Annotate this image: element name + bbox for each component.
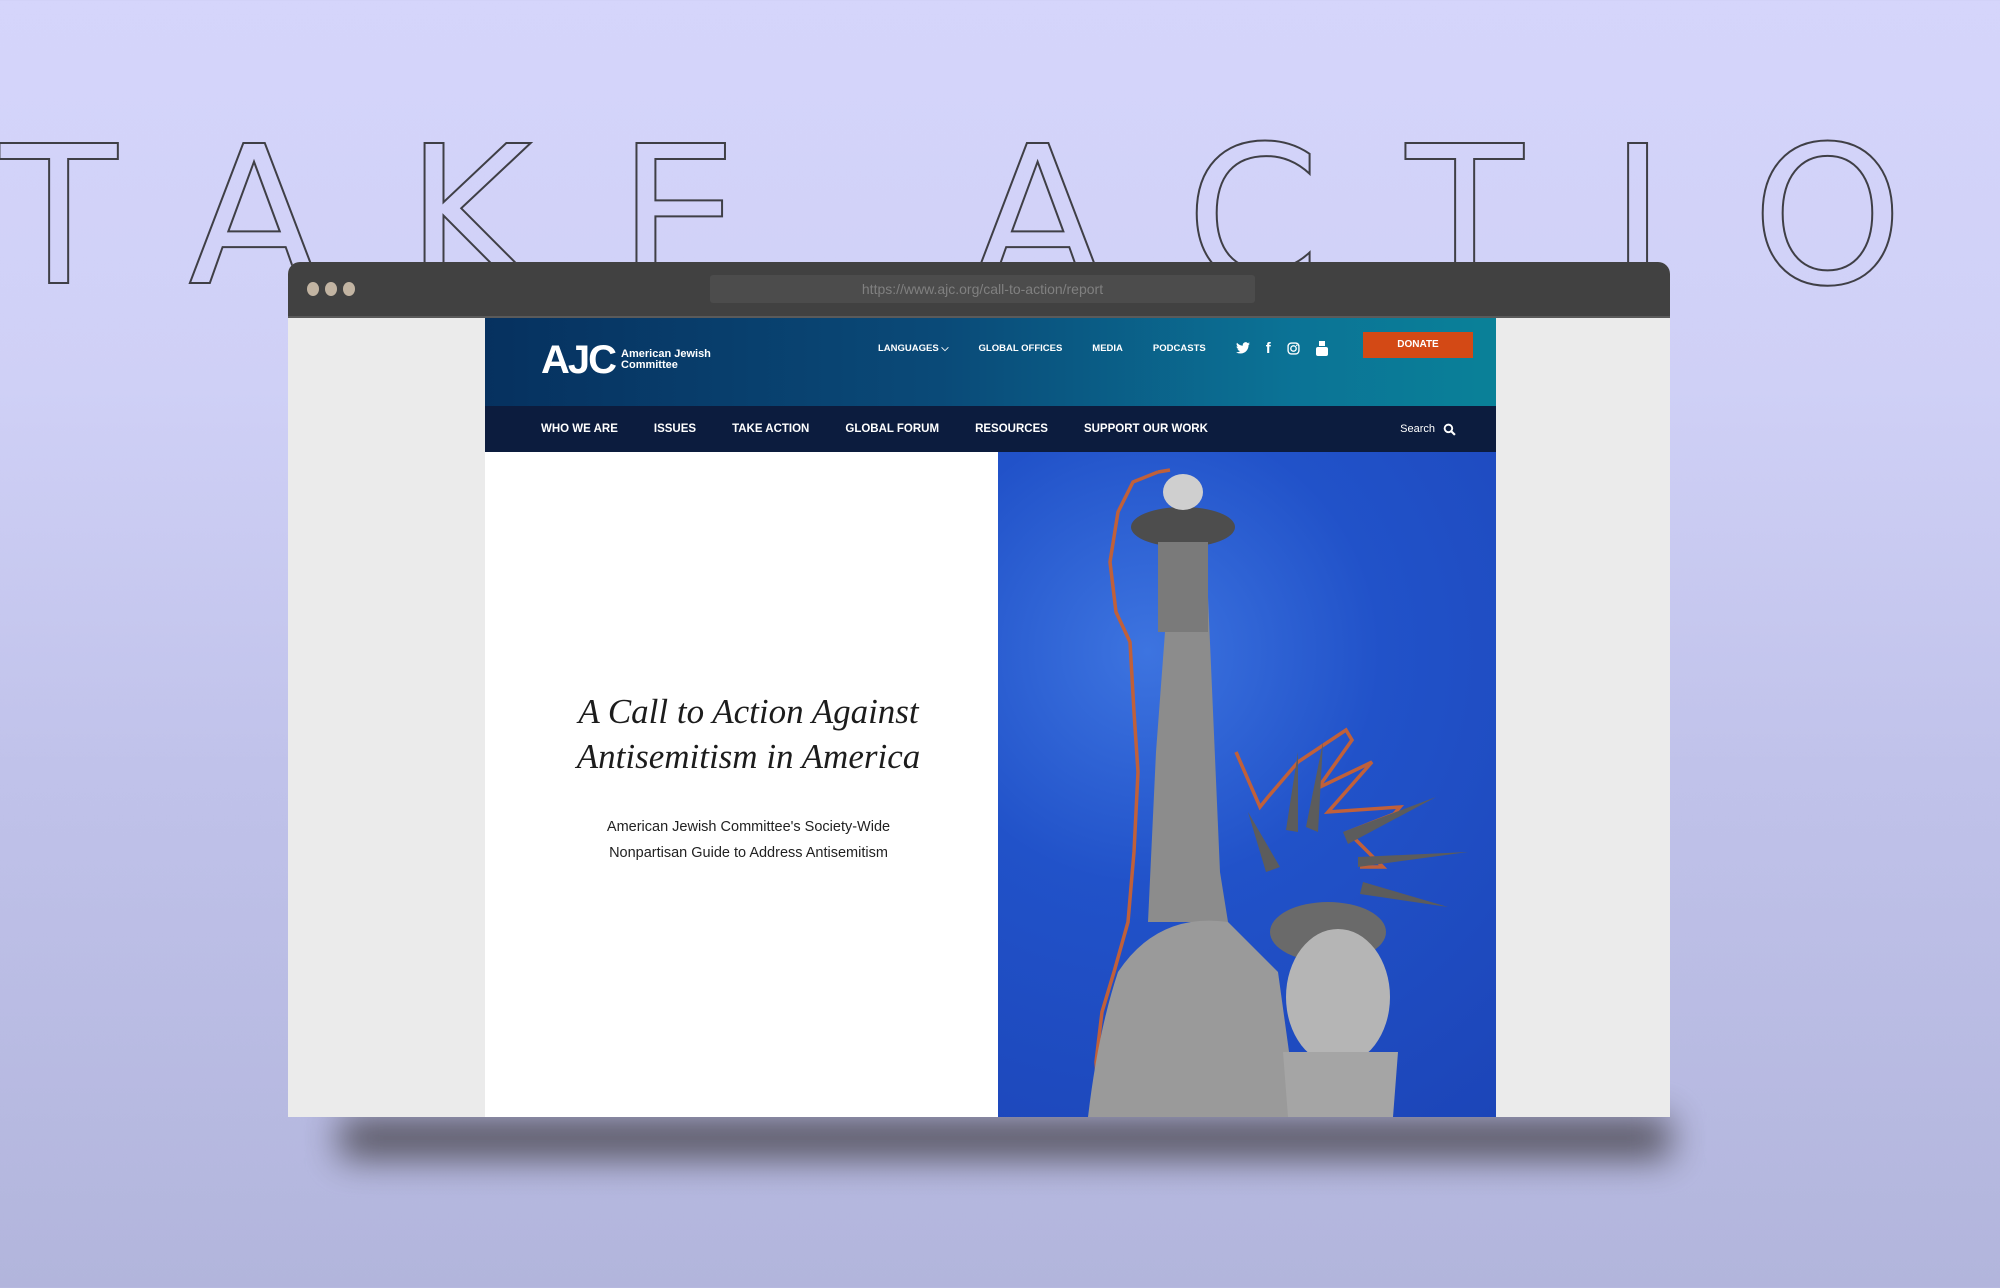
nav-global-forum[interactable]: GLOBAL FORUM bbox=[845, 423, 939, 435]
donate-button[interactable]: DONATE bbox=[1363, 332, 1473, 358]
main-nav: WHO WE ARE ISSUES TAKE ACTION GLOBAL FOR… bbox=[485, 406, 1496, 452]
search-icon bbox=[1443, 423, 1456, 436]
hero-text-panel: A Call to Action Against Antisemitism in… bbox=[485, 452, 998, 1117]
close-dot-icon[interactable] bbox=[307, 282, 319, 296]
nav-issues[interactable]: ISSUES bbox=[654, 423, 696, 435]
statue-of-liberty-illustration bbox=[1088, 468, 1468, 1117]
nav-support-our-work[interactable]: SUPPORT OUR WORK bbox=[1084, 423, 1208, 435]
hero-title: A Call to Action Against Antisemitism in… bbox=[485, 689, 1012, 779]
ajc-logo[interactable]: AJC American Jewish Committee bbox=[541, 340, 711, 380]
window-shadow bbox=[340, 1118, 1670, 1158]
facebook-icon[interactable]: f bbox=[1266, 340, 1271, 357]
utility-podcasts[interactable]: PODCASTS bbox=[1153, 343, 1206, 354]
utility-global-offices[interactable]: GLOBAL OFFICES bbox=[979, 343, 1063, 354]
browser-window: https://www.ajc.org/call-to-action/repor… bbox=[288, 262, 1670, 1117]
hero-title-line2: Antisemitism in America bbox=[576, 737, 921, 776]
address-bar[interactable]: https://www.ajc.org/call-to-action/repor… bbox=[710, 275, 1255, 303]
search-label: Search bbox=[1400, 423, 1435, 435]
window-controls bbox=[307, 282, 355, 296]
logo-text: American Jewish Committee bbox=[621, 349, 711, 371]
minimize-dot-icon[interactable] bbox=[325, 282, 337, 296]
logo-line2: Committee bbox=[621, 359, 678, 371]
hero-subtitle: American Jewish Committee's Society-Wide… bbox=[485, 814, 1012, 866]
hero-image bbox=[998, 452, 1496, 1117]
browser-titlebar: https://www.ajc.org/call-to-action/repor… bbox=[288, 262, 1670, 318]
site-header: AJC American Jewish Committee LANGUAGES … bbox=[485, 318, 1496, 406]
utility-media[interactable]: MEDIA bbox=[1092, 343, 1123, 354]
webpage: AJC American Jewish Committee LANGUAGES … bbox=[485, 318, 1496, 1117]
nav-resources[interactable]: RESOURCES bbox=[975, 423, 1048, 435]
youtube-icon[interactable] bbox=[1315, 340, 1328, 356]
languages-label: LANGUAGES bbox=[878, 342, 939, 354]
main-nav-items: WHO WE ARE ISSUES TAKE ACTION GLOBAL FOR… bbox=[541, 406, 1208, 452]
nav-who-we-are[interactable]: WHO WE ARE bbox=[541, 423, 618, 435]
nav-take-action[interactable]: TAKE ACTION bbox=[732, 423, 809, 435]
utility-nav: LANGUAGES ⌵ GLOBAL OFFICES MEDIA PODCAST… bbox=[878, 318, 1328, 378]
hero-subtitle-line2: Nonpartisan Guide to Address Antisemitis… bbox=[609, 845, 888, 861]
search-button[interactable]: Search bbox=[1400, 406, 1456, 452]
social-links: f bbox=[1235, 340, 1328, 357]
maximize-dot-icon[interactable] bbox=[343, 282, 355, 296]
hero-subtitle-line1: American Jewish Committee's Society-Wide bbox=[606, 819, 891, 835]
twitter-icon[interactable] bbox=[1235, 342, 1250, 354]
instagram-icon[interactable] bbox=[1287, 341, 1300, 355]
chevron-down-icon: ⌵ bbox=[941, 342, 949, 354]
logo-mark: AJC bbox=[541, 338, 617, 382]
utility-languages[interactable]: LANGUAGES ⌵ bbox=[878, 343, 949, 354]
statue-arm bbox=[1148, 592, 1228, 922]
hero-title-line1: A Call to Action Against bbox=[578, 692, 919, 731]
